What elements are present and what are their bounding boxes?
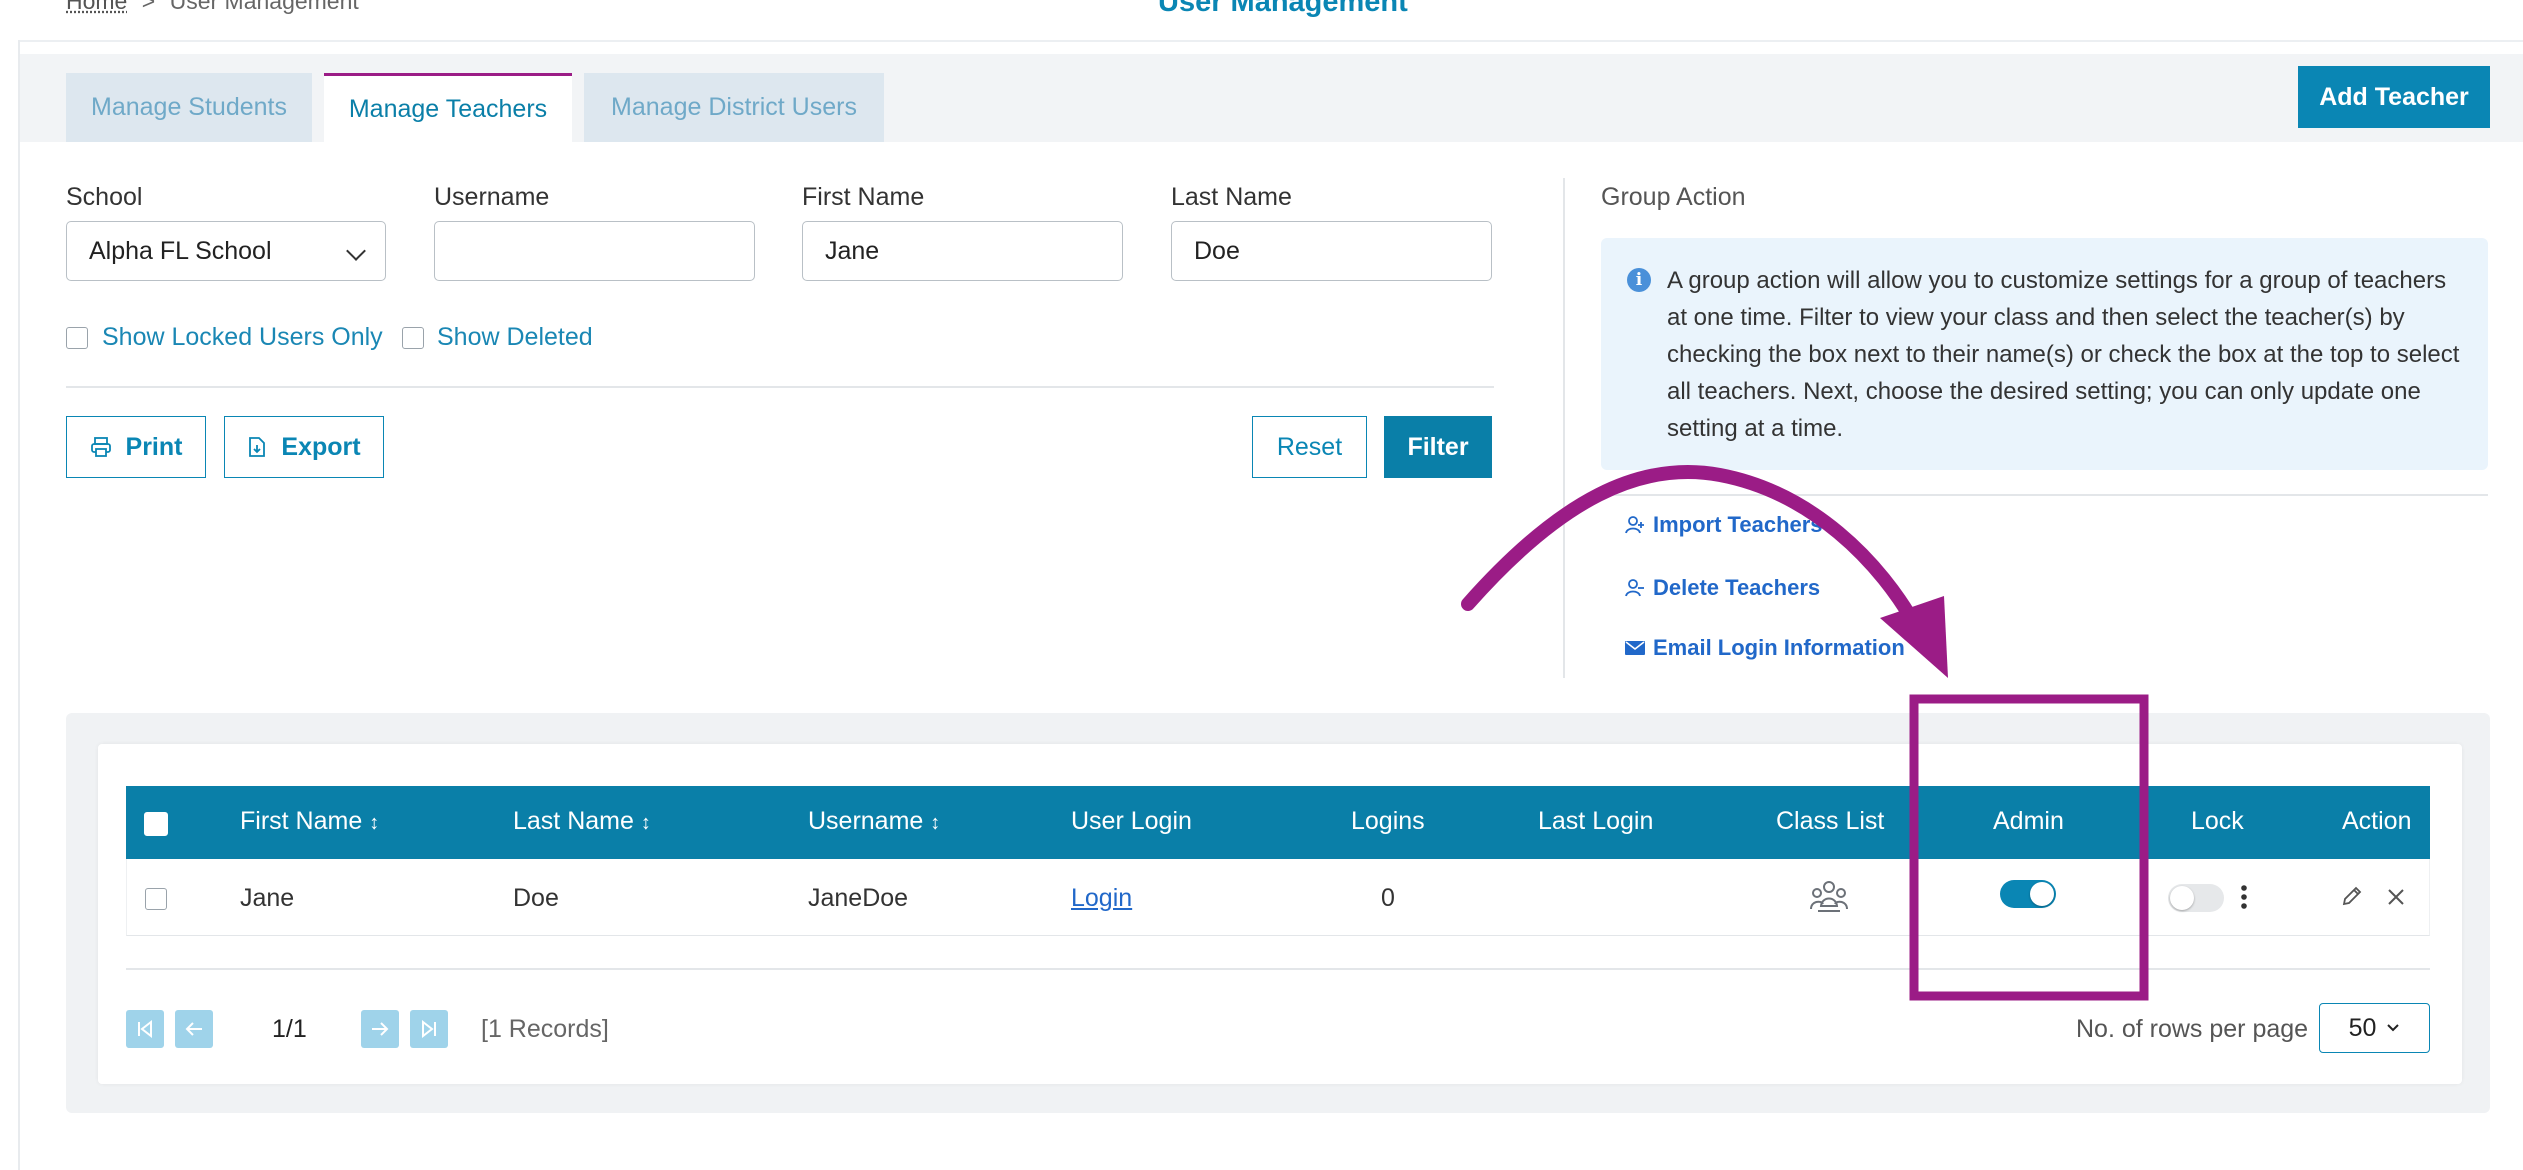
reset-button[interactable]: Reset <box>1252 416 1367 478</box>
username-label: Username <box>434 183 550 211</box>
group-action-title: Group Action <box>1601 183 1746 211</box>
admin-toggle-knob <box>2030 882 2054 906</box>
th-last-name-label: Last Name <box>513 807 634 835</box>
tab-manage-teachers[interactable]: Manage Teachers <box>324 73 572 142</box>
pagination-divider <box>126 968 2430 970</box>
th-lock: Lock <box>2191 807 2244 835</box>
lock-toggle[interactable] <box>2168 884 2224 912</box>
login-link[interactable]: Login <box>1071 884 1132 913</box>
page-title: User Management <box>1158 0 1408 18</box>
annotation-arrow <box>1461 465 1925 637</box>
row-checkbox[interactable] <box>145 888 167 910</box>
cell-last-name: Doe <box>513 884 559 912</box>
import-teachers-link[interactable]: Import Teachers <box>1625 512 1823 538</box>
first-page-button[interactable] <box>126 1010 164 1048</box>
show-locked-label[interactable]: Show Locked Users Only <box>102 323 383 352</box>
th-admin: Admin <box>1993 807 2064 835</box>
delete-teachers-link[interactable]: Delete Teachers <box>1625 575 1820 601</box>
table-header <box>126 786 2430 859</box>
left-edge-divider <box>18 40 20 1170</box>
last-name-input[interactable]: Doe <box>1171 221 1492 281</box>
email-login-information-link[interactable]: Email Login Information <box>1625 635 1905 661</box>
last-name-label: Last Name <box>1171 183 1292 211</box>
group-action-divider <box>1601 494 2488 496</box>
school-select-value: Alpha FL School <box>89 236 272 265</box>
import-teachers-label: Import Teachers <box>1653 512 1823 537</box>
admin-toggle[interactable] <box>2000 880 2056 908</box>
last-page-button[interactable] <box>410 1010 448 1048</box>
th-first-name-label: First Name <box>240 807 363 835</box>
breadcrumb-separator: > <box>141 0 156 14</box>
breadcrumb-home[interactable]: Home <box>66 0 127 14</box>
tab-manage-district-users[interactable]: Manage District Users <box>584 73 884 142</box>
sort-icon: ↕ <box>930 812 941 834</box>
print-label: Print <box>125 432 183 461</box>
next-page-icon <box>372 1022 389 1036</box>
th-first-name[interactable]: First Name ↕ <box>240 807 379 836</box>
chevron-down-icon <box>346 241 366 261</box>
cell-logins: 0 <box>1381 884 1395 912</box>
username-input[interactable] <box>434 221 755 281</box>
th-username[interactable]: Username ↕ <box>808 807 940 836</box>
email-login-information-label: Email Login Information <box>1653 635 1905 660</box>
th-last-name[interactable]: Last Name ↕ <box>513 807 651 836</box>
th-action: Action <box>2342 807 2412 835</box>
tab-manage-students[interactable]: Manage Students <box>66 73 312 142</box>
mail-icon <box>1625 641 1645 655</box>
table-row <box>126 859 2430 936</box>
page-indicator: 1/1 <box>272 1015 307 1043</box>
user-minus-icon <box>1625 579 1644 597</box>
filter-divider <box>66 386 1494 388</box>
class-list-icon[interactable] <box>1810 880 1848 914</box>
export-button[interactable]: Export <box>224 416 384 478</box>
info-icon: i <box>1627 268 1651 292</box>
cell-username: JaneDoe <box>808 884 909 912</box>
group-action-info-text: A group action will allow you to customi… <box>1667 267 2460 442</box>
school-select[interactable]: Alpha FL School <box>66 221 386 281</box>
select-all-checkbox[interactable] <box>144 812 168 836</box>
sort-icon: ↕ <box>369 812 380 834</box>
rows-per-page-label: No. of rows per page <box>2076 1015 2309 1043</box>
record-count: [1 Records] <box>481 1015 609 1043</box>
add-teacher-button[interactable]: Add Teacher <box>2298 66 2490 128</box>
first-page-icon <box>138 1020 152 1038</box>
group-action-info: i A group action will allow you to custo… <box>1601 238 2488 470</box>
print-button[interactable]: Print <box>66 416 206 478</box>
export-label: Export <box>281 432 361 461</box>
sort-icon: ↕ <box>640 812 651 834</box>
first-name-input[interactable]: Jane <box>802 221 1123 281</box>
rows-per-page-value: 50 <box>2348 1013 2377 1042</box>
show-deleted-checkbox[interactable] <box>402 327 424 349</box>
vertical-separator <box>1563 178 1565 678</box>
breadcrumb-current: User Management <box>169 0 359 14</box>
user-plus-icon <box>1625 516 1644 534</box>
breadcrumb: Home > User Management <box>66 0 359 15</box>
delete-teachers-label: Delete Teachers <box>1653 575 1821 600</box>
export-icon <box>249 437 266 457</box>
th-user-login: User Login <box>1071 807 1192 835</box>
th-class-list: Class List <box>1776 807 1885 835</box>
chevron-down-icon <box>2387 1024 2400 1032</box>
next-page-button[interactable] <box>361 1010 399 1048</box>
last-page-icon <box>422 1020 436 1038</box>
edit-icon[interactable] <box>2340 884 2364 908</box>
first-name-label: First Name <box>802 183 925 211</box>
th-last-login: Last Login <box>1538 807 1654 835</box>
kebab-icon[interactable] <box>2239 884 2249 910</box>
th-logins: Logins <box>1351 807 1425 835</box>
rows-per-page-select[interactable]: 50 <box>2319 1003 2430 1053</box>
th-username-label: Username <box>808 807 924 835</box>
delete-icon[interactable] <box>2387 888 2405 906</box>
prev-page-icon <box>185 1022 202 1036</box>
show-deleted-label[interactable]: Show Deleted <box>437 323 593 352</box>
lock-toggle-knob <box>2170 886 2194 910</box>
filter-button[interactable]: Filter <box>1384 416 1492 478</box>
print-icon <box>90 437 111 457</box>
prev-page-button[interactable] <box>175 1010 213 1048</box>
cell-first-name: Jane <box>240 884 295 912</box>
show-locked-checkbox[interactable] <box>66 327 88 349</box>
school-label: School <box>66 183 143 211</box>
